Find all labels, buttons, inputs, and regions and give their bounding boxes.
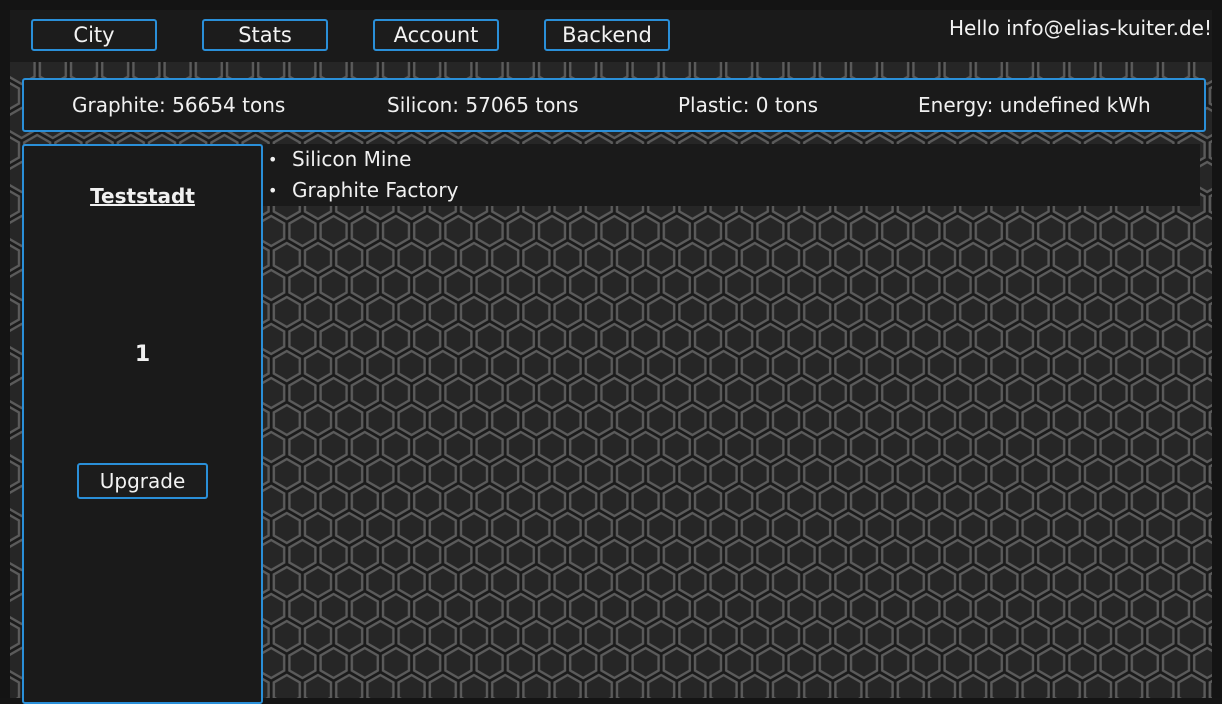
city-panel: Teststadt 1 Upgrade (22, 144, 263, 704)
list-item[interactable]: • Silicon Mine (263, 144, 1200, 175)
nav-backend-button[interactable]: Backend (544, 19, 670, 51)
resource-energy: Energy: undefined kWh (918, 93, 1151, 117)
resource-silicon: Silicon: 57065 tons (387, 93, 579, 117)
top-navigation: City Stats Account Backend Hello info@el… (10, 10, 1212, 62)
bullet-icon: • (268, 150, 278, 169)
list-item[interactable]: • Graphite Factory (263, 175, 1200, 206)
nav-city-button[interactable]: City (31, 19, 157, 51)
building-label: Graphite Factory (292, 178, 459, 202)
bullet-icon: • (268, 181, 278, 200)
nav-account-button[interactable]: Account (373, 19, 499, 51)
user-greeting: Hello info@elias-kuiter.de! (949, 16, 1212, 40)
building-label: Silicon Mine (292, 147, 412, 171)
resource-plastic: Plastic: 0 tons (678, 93, 819, 117)
city-name-link[interactable]: Teststadt (24, 184, 261, 208)
resource-graphite: Graphite: 56654 tons (72, 93, 286, 117)
city-level: 1 (134, 342, 151, 367)
upgrade-button[interactable]: Upgrade (77, 463, 208, 499)
nav-stats-button[interactable]: Stats (202, 19, 328, 51)
buildings-list: • Silicon Mine • Graphite Factory (263, 144, 1200, 206)
app-window: City Stats Account Backend Hello info@el… (0, 0, 1222, 704)
resource-bar: Graphite: 56654 tons Silicon: 57065 tons… (22, 78, 1206, 132)
